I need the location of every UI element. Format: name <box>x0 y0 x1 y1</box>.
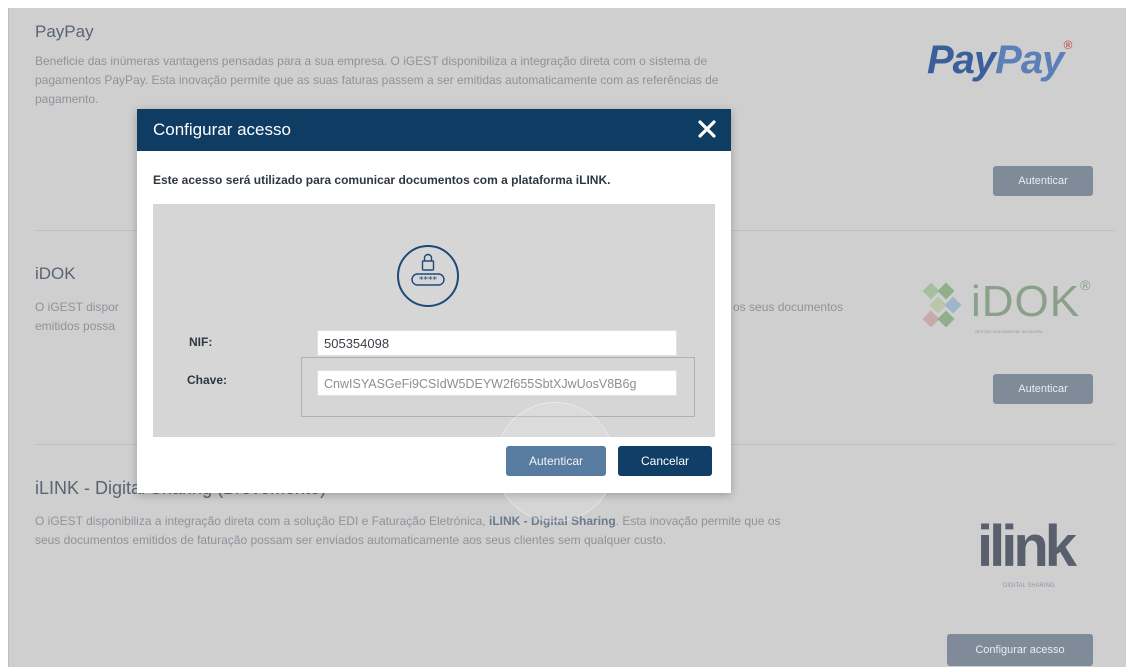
idok-authenticate-button[interactable]: Autenticar <box>993 374 1093 404</box>
paypay-desc-line: pagamentos PayPay. Esta inovação permite… <box>35 73 719 87</box>
key-label: Chave: <box>187 373 228 387</box>
idok-logo-word: iDOK <box>971 277 1081 326</box>
nif-input[interactable]: 505354098 <box>317 330 677 356</box>
configure-access-button[interactable]: Configurar acesso <box>947 634 1093 666</box>
lock-password-icon: **** <box>397 245 459 307</box>
paypay-desc-line: pagamento. <box>35 92 99 106</box>
registered-mark: ® <box>1080 277 1092 293</box>
idok-desc-fragment: O iGEST dispor <box>35 300 119 314</box>
close-icon[interactable] <box>695 115 719 143</box>
ilink-desc-fragment: . Esta inovação permite que os <box>615 514 781 528</box>
idok-mark-icon <box>922 282 962 328</box>
paypay-logo-text: Pay <box>927 38 996 82</box>
configure-access-modal: Configurar acesso Este acesso será utili… <box>137 109 731 493</box>
paypay-desc-line: Beneficie das inúmeras vantagens pensada… <box>35 54 708 68</box>
idok-title: iDOK <box>35 264 76 283</box>
credentials-form: **** NIF: 505354098 Chave: CnwISYASGeFi9… <box>153 204 715 437</box>
paypay-description: Beneficie das inúmeras vantagens pensada… <box>35 52 865 109</box>
ilink-logo-subtitle: DIGITAL SHARING <box>1003 583 1055 589</box>
integrations-page: PayPay Beneficie das inúmeras vantagens … <box>8 8 1126 667</box>
modal-title: Configurar acesso <box>153 120 291 139</box>
cancel-button[interactable]: Cancelar <box>618 446 712 476</box>
paypay-logo: PayPay® <box>927 38 1072 83</box>
modal-header: Configurar acesso <box>137 109 731 151</box>
idok-logo: iDOK® GESTÃO DOCUMENTAL NA NUVEM <box>922 277 1090 334</box>
registered-mark: ® <box>1063 38 1072 52</box>
modal-intro-text: Este acesso será utilizado para comunica… <box>153 173 611 187</box>
paypay-authenticate-button[interactable]: Autenticar <box>993 166 1093 196</box>
authenticate-button[interactable]: Autenticar <box>506 446 606 476</box>
nif-label: NIF: <box>189 335 213 349</box>
ilink-desc-bold: iLINK - Digital Sharing <box>489 514 616 528</box>
paypay-logo-text: Pay <box>995 38 1064 82</box>
ilink-description: O iGEST disponibiliza a integração diret… <box>35 512 865 550</box>
idok-logo-subtitle: GESTÃO DOCUMENTAL NA NUVEM <box>975 329 1043 334</box>
ilink-desc-fragment: O iGEST disponibiliza a integração diret… <box>35 514 490 528</box>
lock-stars: **** <box>419 276 438 286</box>
ilink-desc-line: O iGEST disponibiliza a integração diret… <box>35 512 865 531</box>
paypay-title: PayPay <box>35 22 94 41</box>
ilink-desc-line: seus documentos emitidos de faturação po… <box>35 533 667 547</box>
idok-desc-fragment: e os seus documentos <box>723 300 844 314</box>
ilink-logo: ilink DIGITAL SHARING <box>977 513 1077 589</box>
key-input[interactable]: CnwISYASGeFi9CSIdW5DEYW2f655SbtXJwUosV8B… <box>317 370 677 396</box>
ilink-logo-text: ilink <box>977 514 1077 579</box>
idok-logo-text: iDOK® <box>971 277 1091 327</box>
